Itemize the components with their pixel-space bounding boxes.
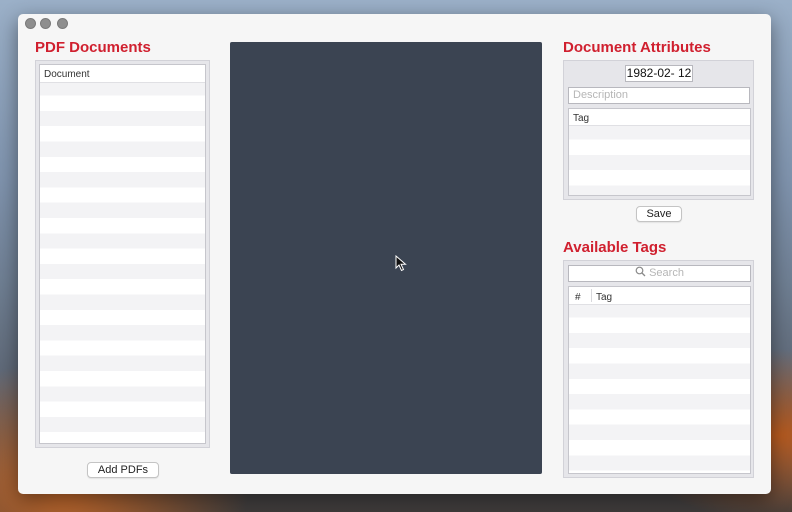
header-divider xyxy=(40,82,205,83)
column-divider xyxy=(591,289,592,302)
search-icon xyxy=(635,266,646,277)
date-field[interactable]: 1982-02- 12 xyxy=(625,65,693,82)
minimize-window-button[interactable] xyxy=(40,18,51,29)
mouse-cursor-icon xyxy=(395,255,407,272)
tag-search-field[interactable]: Search xyxy=(568,265,751,282)
header-divider xyxy=(569,304,750,305)
save-button[interactable]: Save xyxy=(636,206,682,222)
document-column-header[interactable]: Document xyxy=(44,69,90,80)
document-attributes-panel: 1982-02- 12 Description Tag xyxy=(563,60,754,200)
pdf-viewer[interactable] xyxy=(230,42,542,474)
pdf-documents-title: PDF Documents xyxy=(35,39,151,56)
header-divider xyxy=(569,125,750,126)
document-tags-header xyxy=(569,109,750,125)
tag-name-column-header[interactable]: Tag xyxy=(596,292,612,303)
available-tags-title: Available Tags xyxy=(563,239,667,256)
zoom-window-button[interactable] xyxy=(57,18,68,29)
tag-column-header[interactable]: Tag xyxy=(573,113,589,124)
description-field[interactable]: Description xyxy=(568,87,750,104)
close-window-button[interactable] xyxy=(25,18,36,29)
document-attributes-title: Document Attributes xyxy=(563,39,711,56)
add-pdfs-button[interactable]: Add PDFs xyxy=(87,462,159,478)
title-bar xyxy=(18,14,771,34)
search-placeholder: Search xyxy=(649,267,684,279)
pdf-documents-panel: Document xyxy=(35,60,210,448)
pdf-viewer-frame xyxy=(230,42,542,474)
documents-table[interactable]: Document xyxy=(39,64,206,444)
available-tags-table[interactable]: # Tag xyxy=(568,286,751,474)
count-column-header[interactable]: # xyxy=(575,292,581,303)
app-window: PDF Documents Document Add PDFs Document… xyxy=(18,14,771,494)
available-tags-panel: Search # Tag xyxy=(563,260,754,478)
search-placeholder-row: Search xyxy=(569,266,750,281)
document-tags-table[interactable]: Tag xyxy=(568,108,751,196)
